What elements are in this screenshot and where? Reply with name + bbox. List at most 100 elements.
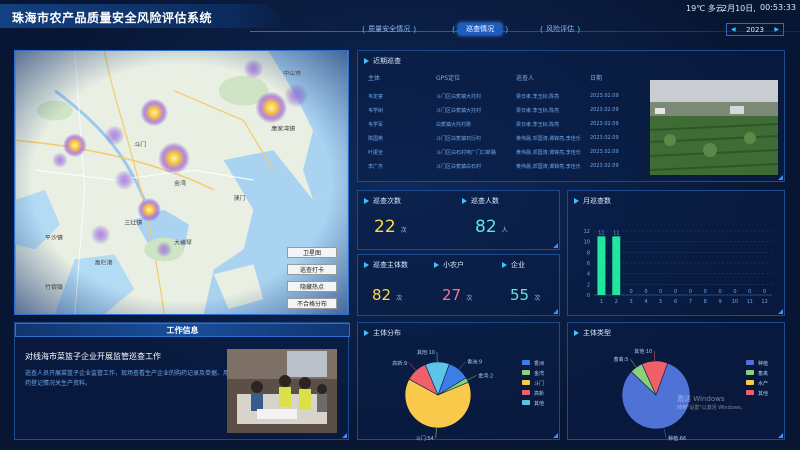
table-cell: 2023.02.09 bbox=[590, 135, 619, 141]
heat-map[interactable]: 中山市 唐家湾镇 斗门 大横琴 金湾 三灶镇 平沙镇 高栏港 竹银镇 澳门 卫星… bbox=[14, 50, 349, 315]
table-cell: 2023.02.09 bbox=[590, 163, 619, 169]
inspectors-title: 巡查人数 bbox=[462, 196, 499, 206]
tab-inspection[interactable]: ( 巡查情况 ) bbox=[452, 22, 508, 36]
legend-swatch bbox=[522, 380, 530, 385]
bar-value-label: 0 bbox=[704, 289, 707, 295]
tab-bracket-icon: ) bbox=[505, 24, 509, 34]
x-tick-label: 7 bbox=[689, 299, 692, 305]
table-cell: 2023.02.09 bbox=[590, 107, 619, 113]
unqualified-distribution-button[interactable]: 不合格分布 bbox=[287, 298, 337, 309]
column-header: 主体 bbox=[368, 75, 381, 82]
monthly-chart-panel: 月巡查数 0 2 4 6 8 10 12 11 1 11 2 0 3 0 4 0 5 0 6 0 7 0 8 0 9 0 10 0 11… bbox=[567, 190, 785, 316]
map-label: 高栏港 bbox=[95, 258, 113, 266]
legend-label: 高新 bbox=[534, 390, 544, 397]
x-tick-label: 10 bbox=[732, 299, 738, 305]
weather-text: 19℃ 多云 bbox=[686, 4, 724, 13]
stat-unit: 次 bbox=[466, 295, 473, 302]
table-cell: 白蕉镇大托村惠 bbox=[436, 122, 472, 128]
y-tick-label: 12 bbox=[584, 229, 590, 235]
panel-corner bbox=[553, 243, 558, 248]
year-selector[interactable]: ◀ 2023 ▶ bbox=[726, 23, 784, 36]
stat-unit: 次 bbox=[400, 227, 407, 234]
type-pie-panel: 主体类型 种植:66 畜禽:5 其他:10 种植 畜禽 水产 其他 bbox=[567, 322, 785, 441]
stat-label: 小农户 bbox=[443, 261, 464, 269]
stats-top-panel: 巡查次数 巡查人数 22 次 82 人 bbox=[357, 190, 560, 250]
time-text: 00:53:33 bbox=[760, 3, 796, 12]
bar-value-label: 0 bbox=[748, 289, 751, 295]
y-tick-label: 2 bbox=[587, 282, 590, 288]
pie-leader-line bbox=[467, 375, 477, 381]
field-photo bbox=[650, 80, 778, 175]
legend-swatch bbox=[522, 360, 530, 365]
stat-label: 企业 bbox=[511, 261, 525, 269]
legend-swatch bbox=[522, 400, 530, 405]
x-tick-label: 12 bbox=[761, 299, 767, 305]
bar-value-label: 0 bbox=[689, 289, 692, 295]
legend-label: 香洲 bbox=[534, 360, 544, 367]
pie-leader-line bbox=[408, 362, 417, 371]
subjects-title: 巡查主体数 bbox=[364, 260, 408, 270]
x-tick-label: 3 bbox=[629, 299, 632, 305]
tab-quality-safety[interactable]: ( 质量安全情况 ) bbox=[362, 22, 416, 36]
stat-unit: 次 bbox=[534, 295, 541, 302]
legend-swatch bbox=[746, 370, 754, 375]
satellite-button[interactable]: 卫星图 bbox=[287, 247, 337, 258]
map-label: 三灶镇 bbox=[124, 219, 142, 227]
tab-bracket-icon: ( bbox=[362, 24, 366, 34]
work-photo bbox=[227, 349, 337, 433]
district-pie-chart: 香洲:9 金湾:2 斗门:54 高新:9 其他:10 香洲金湾斗门高新其他 bbox=[392, 349, 544, 441]
panel-corner bbox=[778, 309, 783, 314]
legend-label: 斗门 bbox=[534, 380, 544, 387]
legend-label: 金湾 bbox=[534, 370, 544, 377]
panel-title-text: 近期巡查 bbox=[373, 57, 401, 65]
legend-label: 水产 bbox=[758, 380, 768, 387]
legend-swatch bbox=[522, 390, 530, 395]
title-marker-icon bbox=[434, 262, 439, 268]
stat-label: 巡查次数 bbox=[373, 197, 401, 205]
work-title[interactable]: 对线海市菜篮子企业开展监管巡查工作 bbox=[25, 351, 161, 362]
prev-year-icon[interactable]: ◀ bbox=[731, 26, 736, 33]
tab-risk-assessment[interactable]: ( 风险评估 ) bbox=[540, 22, 580, 36]
table-cell: 韦定宴 bbox=[368, 94, 384, 100]
table-cell: 斗门区白蕉镇石衍村 bbox=[436, 136, 482, 142]
x-tick-label: 4 bbox=[644, 299, 647, 305]
pie-slice-label: 畜禽:5 bbox=[614, 356, 629, 363]
map-label: 澳门 bbox=[234, 194, 246, 202]
pie-leader-line bbox=[663, 428, 667, 438]
bar-value-label: 0 bbox=[718, 289, 721, 295]
table-cell: 斗门区白蕉镇大托村 bbox=[436, 94, 482, 100]
y-tick-label: 10 bbox=[584, 240, 590, 246]
table-cell: 斗门区白石村电厂门口新路 bbox=[436, 150, 497, 156]
stat-unit: 次 bbox=[396, 295, 403, 302]
pie-slice-label: 斗门:54 bbox=[416, 435, 434, 441]
checkin-button[interactable]: 巡查打卡 bbox=[287, 264, 337, 275]
district-pie-panel: 主体分布 香洲:9 金湾:2 斗门:54 高新:9 其他:10 香洲 金湾 斗门 高新 其他 bbox=[357, 322, 560, 441]
next-year-icon[interactable]: ▶ bbox=[774, 26, 779, 33]
stat-label: 巡查人数 bbox=[471, 197, 499, 205]
hide-hotspot-button[interactable]: 隐藏热点 bbox=[287, 281, 337, 292]
watermark-line: 转到"设置"以激活 Windows。 bbox=[677, 405, 746, 411]
tab-label: 质量安全情况 bbox=[368, 25, 411, 33]
map-label: 中山市 bbox=[283, 69, 301, 77]
stat-value: 22 bbox=[374, 217, 396, 237]
x-tick-label: 11 bbox=[747, 299, 753, 305]
bar-value-label: 0 bbox=[733, 289, 736, 295]
legend-label: 其他 bbox=[758, 390, 768, 397]
column-header: 日期 bbox=[590, 75, 603, 82]
inspections-stat: 22 次 bbox=[374, 217, 407, 237]
tab-label: 风险评估 bbox=[546, 25, 575, 33]
tab-bracket-icon: ) bbox=[413, 24, 417, 34]
legend-swatch bbox=[746, 380, 754, 385]
watermark-line: 激活 Windows bbox=[677, 395, 725, 403]
bar-value-label: 0 bbox=[644, 289, 647, 295]
panel-corner bbox=[553, 309, 558, 314]
stat-value: 27 bbox=[442, 286, 462, 304]
recent-inspections-title: 近期巡查 bbox=[364, 56, 401, 66]
enterprise-stat: 55 次 bbox=[510, 285, 540, 304]
table-cell: 2023.02.09 bbox=[590, 93, 619, 99]
stat-value: 82 bbox=[475, 217, 497, 237]
y-tick-label: 4 bbox=[587, 272, 590, 278]
legend-label: 畜禽 bbox=[758, 370, 768, 377]
monthly-bar-chart: 024681012 11111203040506070809010011012 bbox=[584, 229, 772, 305]
small-farmer-title: 小农户 bbox=[434, 260, 464, 270]
